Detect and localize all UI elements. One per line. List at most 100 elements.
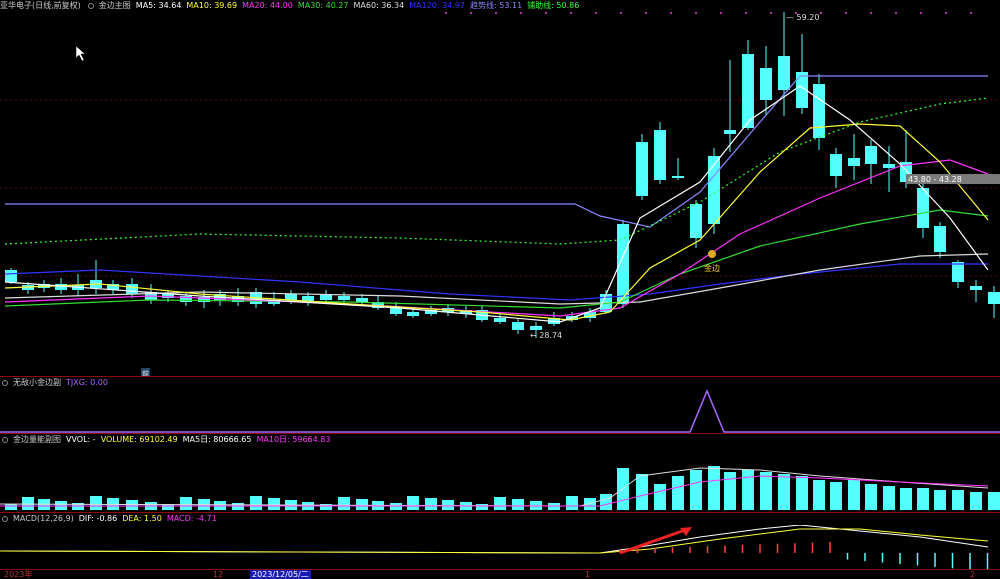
candle-body-down xyxy=(5,270,17,282)
axis-label-jan: 1 xyxy=(585,570,591,579)
volume-bar-down xyxy=(865,484,877,510)
top-marker xyxy=(495,12,497,14)
candle-body-down xyxy=(848,158,860,166)
candle-body-down xyxy=(988,292,1000,304)
volume-bar-down xyxy=(917,488,929,510)
volume-bar-down xyxy=(952,490,964,510)
indicator-name: 金边主图 xyxy=(98,1,131,10)
sub-panel-2-header: 金边量能副图 VVOL: - VOLUME: 69102.49 MA5日: 8066… xyxy=(0,434,340,446)
stock-name: 亚华电子(日线,前复权) xyxy=(0,1,81,10)
candle-body-down xyxy=(934,226,946,252)
volume-bar-down xyxy=(250,496,262,510)
gold-edge-coin-icon xyxy=(708,250,716,258)
candle-body-down xyxy=(407,312,419,316)
volume-bar-down xyxy=(356,499,368,510)
main-indicator-value-2: MA20: 44.00 xyxy=(242,1,293,10)
volume-indicator-value-2: MA5日: 80666.65 xyxy=(182,435,252,444)
volume-bar-down xyxy=(407,496,419,510)
indicator-toggle-icon[interactable] xyxy=(87,3,94,9)
main-indicator-value-5: MA120: 34.97 xyxy=(409,1,466,10)
top-marker xyxy=(470,12,472,14)
candle-body-down xyxy=(970,286,982,290)
macd-chart[interactable] xyxy=(0,525,1000,570)
volume-bar-down xyxy=(425,498,437,510)
volume-bar-down xyxy=(126,500,138,510)
top-marker xyxy=(595,12,597,14)
volume-indicator-value-1: VOLUME: 69102.49 xyxy=(100,435,178,444)
gold-edge-label: 金边 xyxy=(704,263,720,273)
sub-panel-3-title: MACD(12,26,9) xyxy=(13,514,74,523)
sub-panel-1-title: 无敌小金边副 xyxy=(13,378,61,387)
candle-body-down xyxy=(690,204,702,238)
tjxg-value: TJXG: 0.00 xyxy=(66,378,108,387)
axis-label-feb: 2 xyxy=(970,570,976,579)
candle-body-down xyxy=(883,164,895,168)
volume-chart[interactable] xyxy=(0,446,1000,512)
top-marker xyxy=(845,12,847,14)
mouse-cursor-icon xyxy=(75,45,86,62)
main-indicator-value-3: MA30: 40.27 xyxy=(297,1,349,10)
top-marker xyxy=(745,12,747,14)
volume-bar-down xyxy=(778,474,790,510)
high-price-label: — 59.20 xyxy=(786,13,819,22)
volume-bar-down xyxy=(494,497,506,510)
candle-body-down xyxy=(813,84,825,138)
candle-body-down xyxy=(778,56,790,90)
top-marker xyxy=(620,12,622,14)
volume-bar-down xyxy=(813,480,825,510)
sub-panel-3-toggle-icon[interactable] xyxy=(2,516,8,522)
top-marker xyxy=(895,12,897,14)
volume-bar-down xyxy=(22,497,34,510)
volume-bar-down xyxy=(672,476,684,510)
sub-panel-2-title: 金边量能副图 xyxy=(13,435,61,444)
candle-body-down xyxy=(672,176,684,178)
volume-bar-down xyxy=(180,497,192,510)
volume-bar-down xyxy=(848,480,860,510)
candle-body-down xyxy=(512,322,524,330)
main-indicator-value-6: 趋势线: 53.11 xyxy=(470,1,523,10)
candle-body-down xyxy=(338,296,350,300)
top-marker xyxy=(670,12,672,14)
volume-bar-down xyxy=(760,472,772,510)
candle-body-down xyxy=(742,54,754,128)
volume-bar-down xyxy=(338,497,350,510)
top-marker xyxy=(645,12,647,14)
volume-bar-down xyxy=(988,492,1000,510)
candle-body-down xyxy=(865,146,877,164)
sub-panel-1-toggle-icon[interactable] xyxy=(2,380,8,386)
volume-bar-down xyxy=(883,486,895,510)
candle-body-down xyxy=(356,298,368,302)
price-range-label: 43.80 - 43.28 xyxy=(908,175,962,184)
volume-indicator-value-0: VVOL: - xyxy=(66,435,96,444)
tjxg-signal-chart[interactable] xyxy=(0,389,1000,433)
volume-bar-down xyxy=(442,500,454,510)
volume-bar-down xyxy=(512,499,524,510)
candle-body-down xyxy=(320,295,332,300)
candle-body-down xyxy=(530,326,542,330)
volume-bar-down xyxy=(5,504,17,510)
volume-bar-down xyxy=(636,474,648,510)
candle-body-down xyxy=(126,284,138,294)
candle-body-down xyxy=(760,68,772,100)
candle-body-down xyxy=(617,224,629,304)
top-marker xyxy=(945,12,947,14)
main-indicator-value-1: MA10: 39.69 xyxy=(186,1,238,10)
low-price-label: ← 28.74 xyxy=(530,331,562,340)
tjxg-signal-line xyxy=(0,389,1000,433)
macd-dea-line xyxy=(0,528,989,554)
main-indicator-value-0: MA5: 34.64 xyxy=(135,1,182,10)
main-indicator-value-7: 铺助线: 50.86 xyxy=(527,1,580,10)
top-marker xyxy=(970,12,972,14)
candle-body-down xyxy=(390,308,402,314)
volume-bar-down xyxy=(566,496,578,510)
sub-panel-2-toggle-icon[interactable] xyxy=(2,437,8,443)
candlestick-chart[interactable]: — 59.20← 28.74金边43.80 - 43.28前 xyxy=(0,12,1000,377)
top-marker xyxy=(770,12,772,14)
top-marker xyxy=(520,12,522,14)
volume-bar-down xyxy=(476,504,488,510)
trend-line xyxy=(5,75,988,228)
volume-bar-down xyxy=(934,490,946,510)
macd-indicator-value-0: DIF: -0.86 xyxy=(78,514,118,523)
candle-body-down xyxy=(285,294,297,300)
top-marker xyxy=(920,12,922,14)
